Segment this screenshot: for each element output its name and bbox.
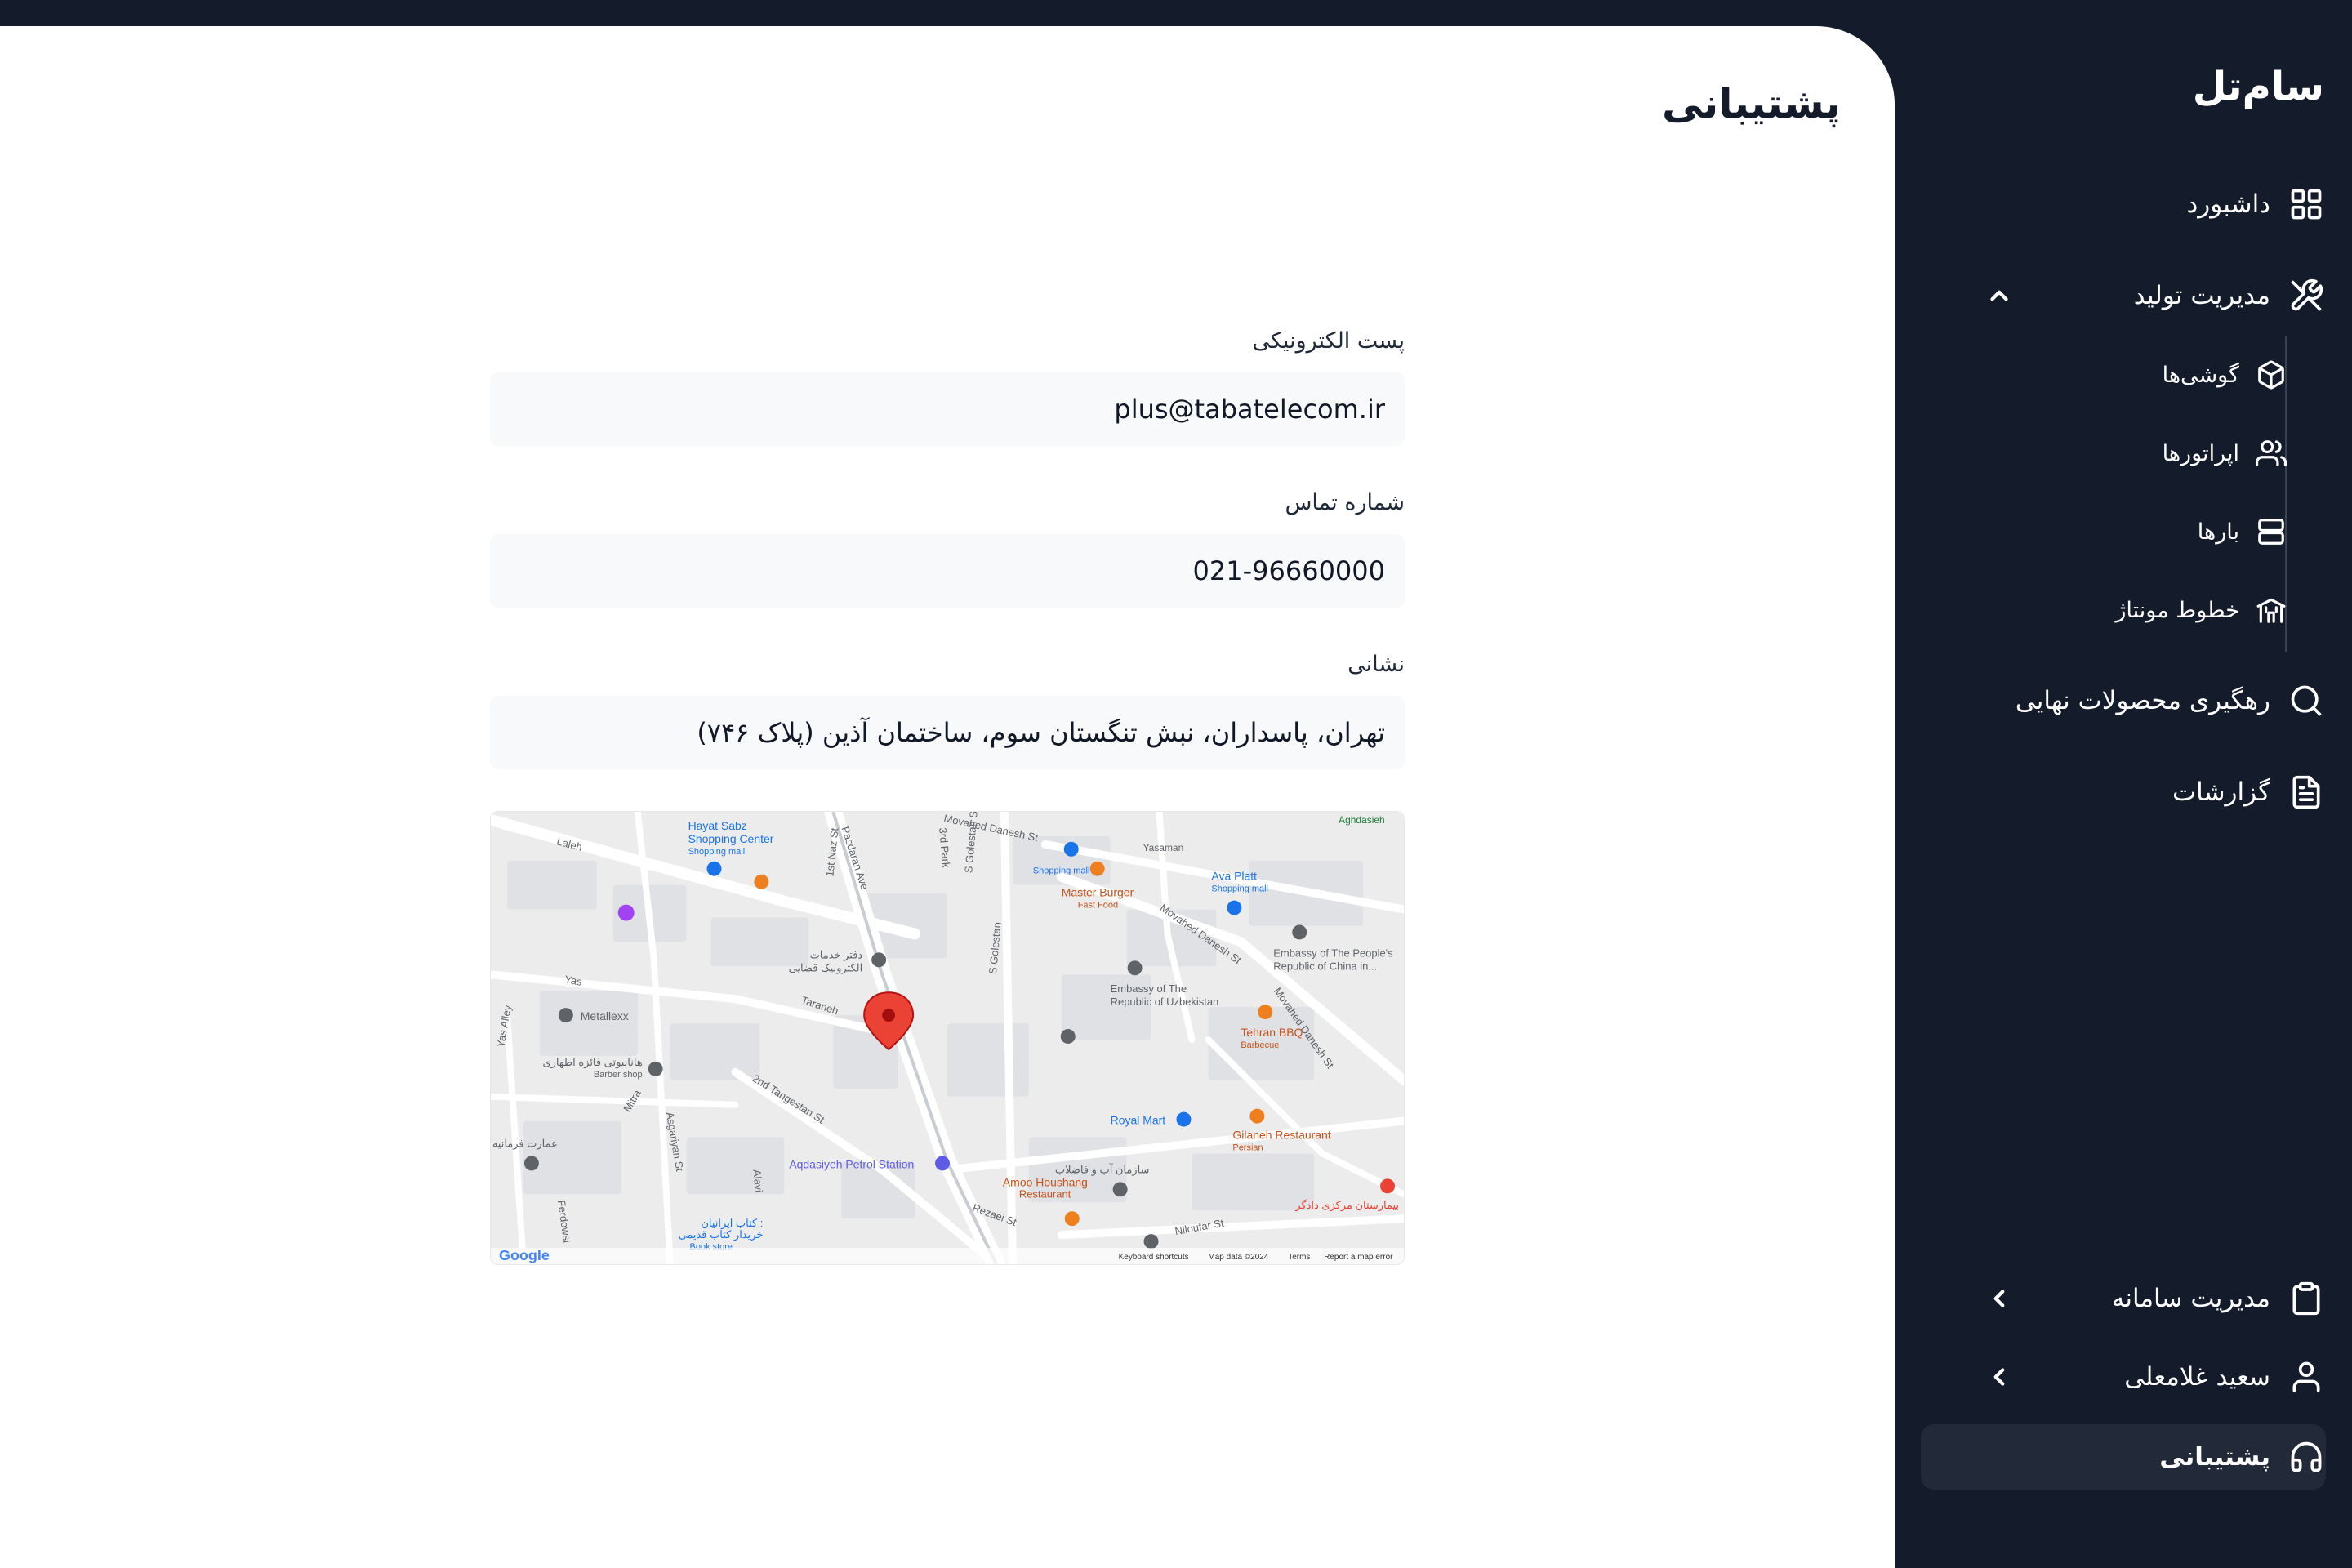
sidebar-item-tracking[interactable]: رهگیری محصولات نهایی [1922, 668, 2324, 733]
sidebar-subitem-assembly-lines[interactable]: خطوط مونتاژ [1976, 581, 2287, 639]
phone-value: 021-96660000 [1192, 555, 1386, 586]
page-title: پشتیبانی [1661, 80, 1841, 127]
map-poi-label: الکترونیک قضایی [789, 961, 863, 974]
server-icon [2256, 516, 2287, 547]
map-footer-link[interactable]: Keyboard shortcuts [1119, 1253, 1189, 1262]
map-poi-label: Ava Platt [1211, 870, 1257, 883]
sidebar-subitem-label: بارها [2197, 519, 2239, 545]
google-logo: Google [499, 1247, 550, 1263]
map-poi-label: Metallexx [581, 1009, 629, 1022]
location-map[interactable]: Laleh Pasdaran Ave 1st Naz St 3rd Park M… [490, 811, 1405, 1265]
map-poi-label: عمارت فرمانیه [492, 1138, 558, 1151]
brand-logo: سام‌تل [2192, 64, 2324, 109]
document-icon [2288, 774, 2324, 810]
box-icon [2256, 359, 2287, 390]
sidebar-item-label: مدیریت تولید [2133, 281, 2270, 310]
assembly-line-icon [2256, 595, 2287, 626]
main-content: پشتیبانی پست الکترونیکی plus@tabatelecom… [0, 26, 1895, 1568]
sidebar-subitem-label: خطوط مونتاژ [2115, 597, 2239, 623]
map-poi-label: Shopping mall [1211, 884, 1268, 894]
sidebar-subitem-loads[interactable]: بارها [1976, 503, 2287, 560]
email-label: پست الکترونیکی [1252, 328, 1405, 354]
chevron-up-icon[interactable] [1983, 279, 2016, 312]
sidebar-subitem-label: اپراتورها [2162, 440, 2239, 466]
search-icon [2288, 683, 2324, 719]
sidebar-item-system-management[interactable]: مدیریت سامانه [1922, 1266, 2324, 1331]
users-icon [2256, 438, 2287, 469]
map-poi-label: Barber shop [594, 1070, 643, 1080]
map-poi-label: Embassy of The [1111, 982, 1187, 995]
map-poi-label: Restaurant [1019, 1187, 1071, 1200]
sidebar-subitem-operators[interactable]: اپراتورها [1976, 425, 2287, 482]
sidebar-item-user-profile[interactable]: سعید غلامعلی [1922, 1344, 2324, 1410]
map-poi-label: Gilaneh Restaurant [1232, 1129, 1330, 1142]
map-poi-label: Republic of Uzbekistan [1111, 996, 1219, 1008]
map-poi-label: خریدار کتاب قدیمی [679, 1228, 764, 1241]
map-poi-label: Hayat Sabz [688, 819, 747, 832]
chevron-left-icon[interactable] [1983, 1282, 2016, 1315]
sidebar-subitem-phones[interactable]: گوشی‌ها [1976, 346, 2287, 403]
headphones-icon [2288, 1439, 2324, 1475]
map-poi-label: Master Burger [1062, 886, 1134, 899]
map-poi-label: Yasaman [1143, 842, 1184, 853]
email-field[interactable]: plus@tabatelecom.ir [490, 372, 1405, 446]
map-poi-label: Aqdasiyeh Petrol Station [789, 1157, 914, 1170]
map-poi-label: Aghdasieh [1339, 814, 1385, 826]
map-poi-label: Shopping mall [688, 847, 746, 857]
map-footer-link[interactable]: Report a map error [1324, 1253, 1393, 1262]
sidebar: سام‌تل داشبورد مدیریت تولید گوشی‌ها اپرا… [1895, 0, 2352, 1568]
sidebar-item-production-management[interactable]: مدیریت تولید [1922, 263, 2324, 328]
map-poi-label: دفتر خدمات [810, 948, 863, 961]
map-poi-label: سازمان آب و فاضلاب [1055, 1162, 1149, 1176]
tools-icon [2288, 278, 2324, 314]
sidebar-item-label: مدیریت سامانه [2111, 1284, 2270, 1313]
sidebar-item-support[interactable]: پشتیبانی [1921, 1424, 2326, 1490]
sidebar-item-label: سعید غلامعلی [2124, 1362, 2270, 1392]
map-poi-label: Embassy of The People's [1273, 947, 1393, 959]
address-label: نشانی [1348, 652, 1405, 677]
map-poi-label: Tehran BBQ [1241, 1026, 1303, 1039]
map-label: Alavi [751, 1169, 764, 1192]
user-icon [2288, 1359, 2324, 1395]
sidebar-item-dashboard[interactable]: داشبورد [1922, 172, 2324, 237]
map-poi-label: Republic of China in... [1273, 960, 1377, 972]
address-value: تهران، پاسداران، نبش تنگستان سوم، ساختما… [697, 717, 1385, 748]
address-field[interactable]: تهران، پاسداران، نبش تنگستان سوم، ساختما… [490, 696, 1405, 769]
sidebar-item-label: گزارشات [2172, 777, 2270, 807]
map-poi-label: Shopping Center [688, 832, 774, 845]
map-poi-label: Shopping mall [1033, 866, 1090, 876]
sidebar-item-label: داشبورد [2186, 189, 2270, 219]
sidebar-item-label: رهگیری محصولات نهایی [2015, 686, 2270, 715]
top-bar [0, 0, 1895, 26]
map-poi-label: Persian [1232, 1143, 1263, 1153]
chevron-left-icon[interactable] [1983, 1361, 2016, 1393]
map-footer-text: Map data ©2024 [1208, 1253, 1268, 1262]
map-poi-label: Amoo Houshang [1003, 1175, 1088, 1188]
clipboard-icon [2288, 1281, 2324, 1316]
map-footer-link[interactable]: Terms [1288, 1253, 1310, 1262]
sidebar-item-label: پشتیبانی [2159, 1442, 2270, 1472]
map-poi-label: بیمارستان مرکزی دادگر [1294, 1199, 1399, 1212]
phone-label: شماره تماس [1285, 490, 1405, 515]
email-value: plus@tabatelecom.ir [1114, 394, 1385, 425]
sidebar-subitem-label: گوشی‌ها [2162, 362, 2239, 388]
map-poi-label: Royal Mart [1111, 1114, 1166, 1127]
dashboard-grid-icon [2288, 186, 2324, 222]
map-poi-label: Barbecue [1241, 1040, 1279, 1050]
map-poi-label: هانابیوتی فائزه اطهاری [543, 1056, 643, 1069]
sidebar-item-reports[interactable]: گزارشات [1922, 760, 2324, 825]
map-poi-label: Fast Food [1078, 901, 1118, 911]
phone-field[interactable]: 021-96660000 [490, 534, 1405, 608]
